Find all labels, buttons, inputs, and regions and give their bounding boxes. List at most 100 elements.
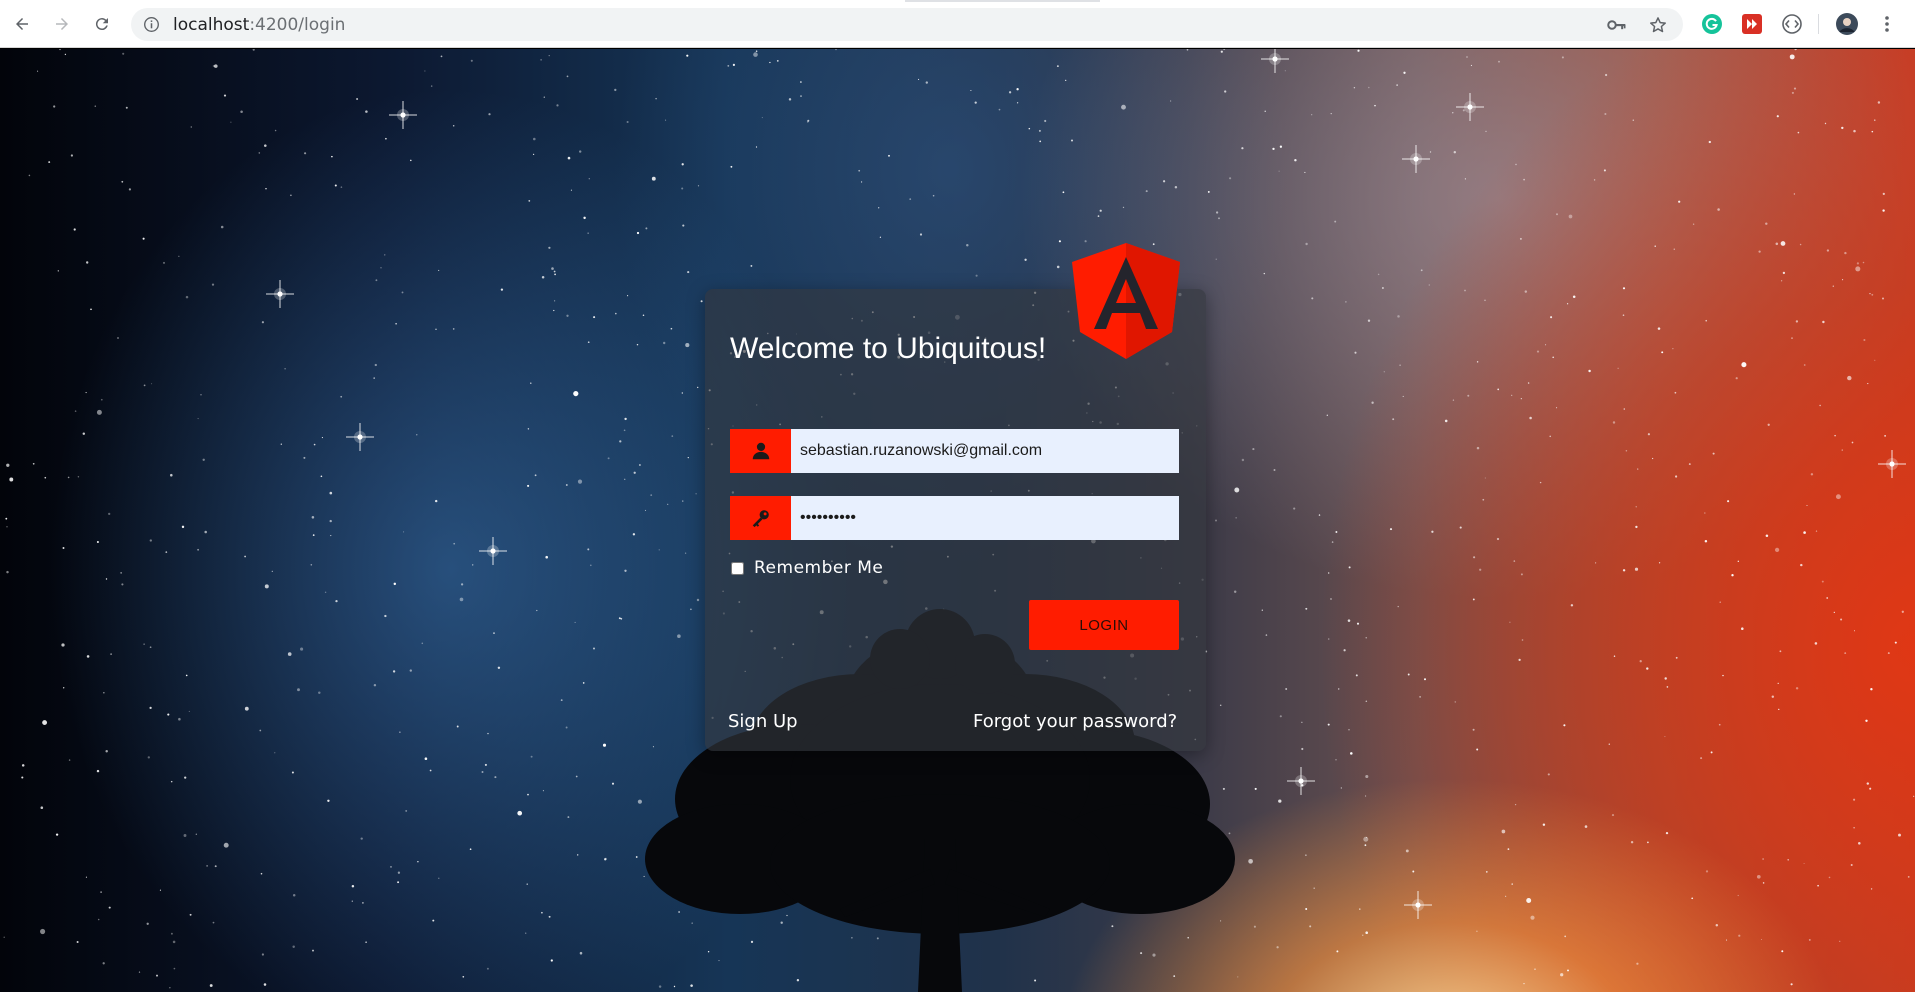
star <box>1318 514 1321 516</box>
remember-me-checkbox[interactable] <box>731 561 744 575</box>
star <box>1263 272 1266 275</box>
grammarly-extension-icon[interactable] <box>1701 13 1723 35</box>
star <box>1874 359 1876 361</box>
star <box>1186 49 1189 51</box>
star <box>607 457 610 460</box>
star <box>1420 269 1423 272</box>
star <box>1877 101 1881 104</box>
star <box>178 717 181 721</box>
star <box>390 866 392 868</box>
star <box>214 865 217 868</box>
star <box>1790 983 1793 986</box>
star <box>548 246 551 249</box>
star <box>82 432 86 435</box>
star <box>1675 656 1678 659</box>
forgot-password-link[interactable]: Forgot your password? <box>973 711 1177 732</box>
star <box>574 621 576 623</box>
star <box>1549 435 1551 438</box>
star <box>1794 49 1797 51</box>
key-icon <box>730 496 791 540</box>
back-arrow-icon[interactable] <box>8 10 36 38</box>
star <box>100 398 103 401</box>
star <box>1278 170 1280 172</box>
star <box>1459 526 1462 529</box>
star <box>579 150 582 153</box>
star <box>1856 262 1859 265</box>
reload-icon[interactable] <box>88 10 116 38</box>
star <box>1593 179 1596 181</box>
star <box>623 429 626 432</box>
star <box>170 473 173 477</box>
star <box>206 865 208 867</box>
star <box>1647 841 1649 844</box>
remember-me-label: Remember Me <box>754 558 884 578</box>
star <box>212 921 215 924</box>
star <box>1397 315 1400 318</box>
key-icon[interactable] <box>1607 16 1627 34</box>
login-button[interactable]: LOGIN <box>1029 600 1179 650</box>
profile-avatar[interactable] <box>1836 13 1858 35</box>
star <box>1815 530 1818 532</box>
star <box>156 974 158 977</box>
star <box>1399 364 1401 367</box>
star <box>74 410 77 412</box>
menu-dots-icon[interactable] <box>1876 13 1898 35</box>
star <box>670 327 673 330</box>
star <box>593 647 595 650</box>
star <box>1305 607 1308 610</box>
star <box>1362 934 1364 936</box>
star <box>1561 56 1564 59</box>
star <box>633 471 636 474</box>
url-text[interactable]: localhost:4200/login <box>173 16 345 34</box>
star <box>1145 190 1148 193</box>
star-icon[interactable] <box>1648 15 1668 35</box>
star <box>1882 297 1884 300</box>
star <box>1496 537 1500 541</box>
star <box>334 184 337 187</box>
star <box>105 578 108 580</box>
star <box>1301 721 1303 723</box>
star <box>1542 823 1546 826</box>
star <box>310 564 313 566</box>
star <box>687 271 690 274</box>
star <box>1340 787 1342 789</box>
star <box>435 328 437 330</box>
star <box>611 782 615 785</box>
star <box>1215 258 1217 260</box>
star <box>888 154 890 157</box>
star <box>1276 946 1279 949</box>
star <box>1871 293 1874 296</box>
star <box>1595 562 1597 564</box>
code-extension-icon[interactable] <box>1781 13 1803 35</box>
star <box>86 261 89 264</box>
star <box>975 274 978 277</box>
star <box>384 254 386 256</box>
star <box>1024 258 1027 261</box>
star <box>532 153 535 156</box>
star <box>1215 519 1217 522</box>
star <box>1454 701 1457 703</box>
star <box>1612 421 1616 424</box>
star <box>274 752 276 754</box>
star <box>1485 130 1487 133</box>
star <box>211 283 215 286</box>
remember-me[interactable]: Remember Me <box>731 558 883 578</box>
star <box>1826 597 1829 599</box>
sign-up-link[interactable]: Sign Up <box>728 711 798 732</box>
email-input[interactable] <box>791 429 1179 473</box>
star <box>543 96 545 98</box>
star <box>1635 525 1638 529</box>
star <box>1174 186 1178 189</box>
star <box>1782 271 1786 275</box>
star <box>1774 547 1780 553</box>
star <box>1604 112 1607 116</box>
star <box>1038 129 1041 132</box>
address-bar[interactable]: localhost:4200/login <box>131 8 1683 41</box>
star <box>42 720 48 726</box>
red-extension-icon[interactable] <box>1741 13 1763 35</box>
site-info-icon[interactable] <box>143 16 160 33</box>
password-input[interactable] <box>791 496 1179 540</box>
forward-arrow-icon[interactable] <box>48 10 76 38</box>
star <box>1817 884 1819 887</box>
star <box>313 443 316 446</box>
